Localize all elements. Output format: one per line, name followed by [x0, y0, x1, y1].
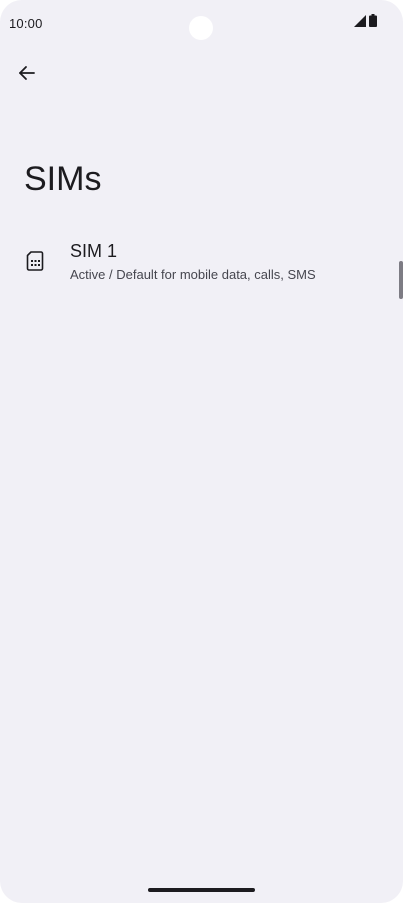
camera-cutout: [189, 16, 213, 40]
page-title: SIMs: [24, 160, 102, 198]
back-arrow-icon: [18, 64, 36, 87]
status-time: 10:00: [9, 16, 43, 31]
signal-icon: [354, 14, 366, 32]
settings-screen: 10:00 SIMs SIM 1 Active / Default for mo…: [0, 0, 403, 903]
sim-list-item[interactable]: SIM 1 Active / Default for mobile data, …: [0, 230, 403, 294]
sim-summary: Active / Default for mobile data, calls,…: [70, 267, 316, 282]
battery-icon: [369, 14, 377, 32]
status-bar: 10:00: [0, 0, 403, 44]
back-button[interactable]: [10, 58, 44, 92]
sim-card-icon: [26, 250, 44, 272]
gesture-nav-handle[interactable]: [148, 888, 255, 892]
sim-title: SIM 1: [70, 241, 118, 261]
status-icons: [354, 14, 377, 32]
scrollbar[interactable]: [399, 261, 403, 299]
